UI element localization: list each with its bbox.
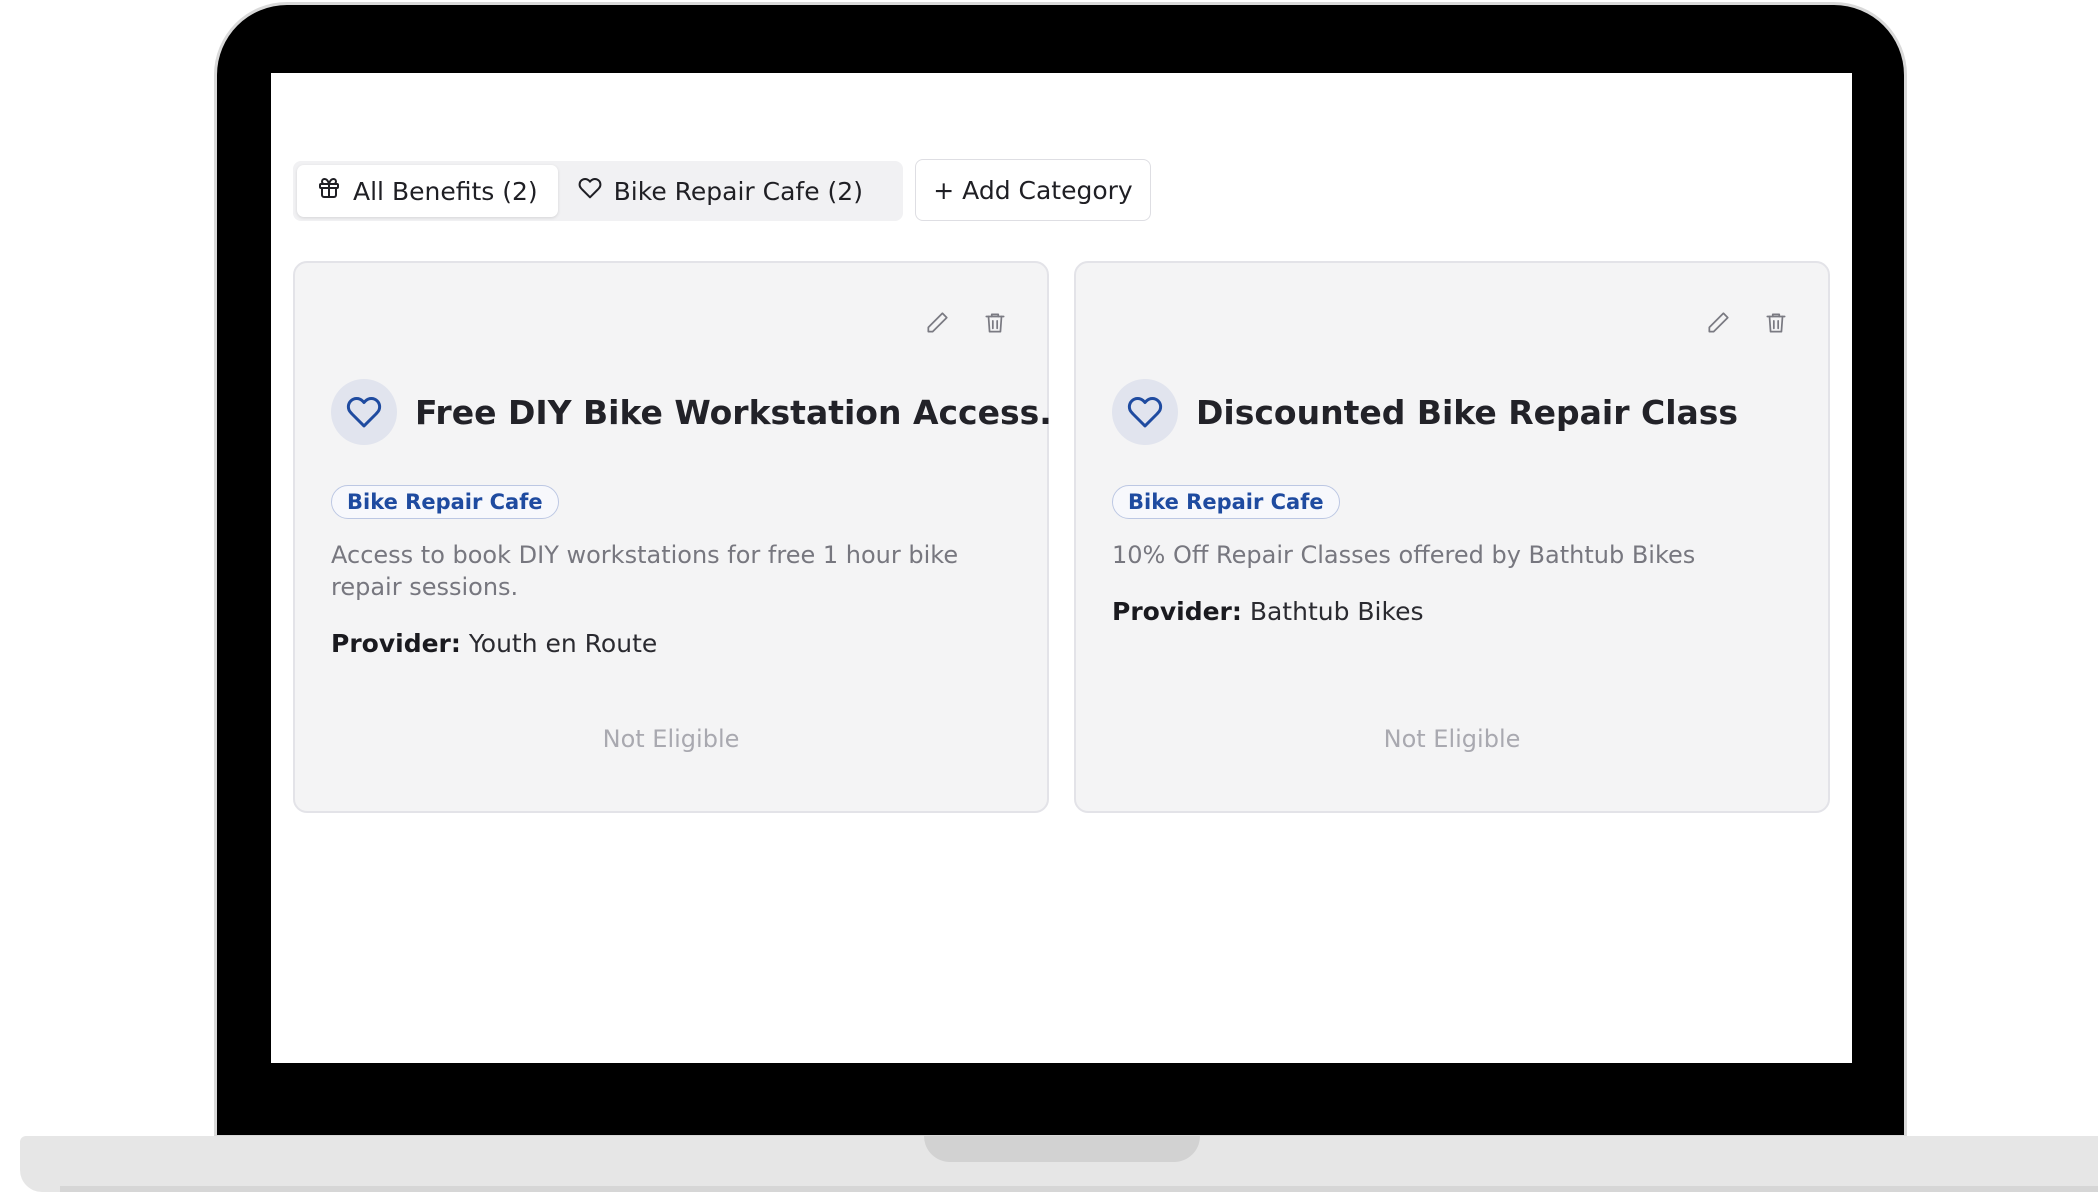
- category-tabs: All Benefits (2) Bike Repair Cafe (2): [293, 161, 903, 221]
- app-screen: All Benefits (2) Bike Repair Cafe (2) + …: [271, 73, 1852, 1063]
- provider-label: Provider:: [1112, 597, 1242, 626]
- edit-pencil-icon[interactable]: [921, 307, 953, 339]
- card-header: Discounted Bike Repair Class: [1112, 379, 1804, 445]
- card-title: Free DIY Bike Workstation Access.: [415, 392, 1052, 432]
- heart-icon: [331, 379, 397, 445]
- gift-icon: [317, 176, 341, 206]
- card-actions: [921, 307, 1011, 339]
- edit-pencil-icon[interactable]: [1702, 307, 1734, 339]
- card-header: Free DIY Bike Workstation Access.: [331, 379, 1052, 445]
- eligibility-status: Not Eligible: [602, 725, 740, 753]
- card-provider: Provider: Bathtub Bikes: [1112, 597, 1424, 626]
- add-category-button[interactable]: + Add Category: [915, 159, 1151, 221]
- tab-bike-repair-cafe[interactable]: Bike Repair Cafe (2): [558, 165, 883, 217]
- card-description: Access to book DIY workstations for free…: [331, 541, 959, 601]
- provider-label: Provider:: [331, 629, 461, 658]
- card-actions: [1702, 307, 1792, 339]
- delete-trash-icon[interactable]: [979, 307, 1011, 339]
- benefit-card: Free DIY Bike Workstation Access. Bike R…: [293, 261, 1052, 813]
- provider-name: Bathtub Bikes: [1249, 597, 1424, 626]
- tab-all-benefits-label: All Benefits (2): [353, 176, 538, 206]
- heart-icon: [1112, 379, 1178, 445]
- card-provider: Provider: Youth en Route: [331, 629, 657, 658]
- card-title: Discounted Bike Repair Class: [1196, 392, 1739, 432]
- provider-name: Youth en Route: [468, 629, 658, 658]
- delete-trash-icon[interactable]: [1760, 307, 1792, 339]
- category-badge: Bike Repair Cafe: [331, 485, 559, 519]
- eligibility-status: Not Eligible: [1383, 725, 1521, 753]
- benefit-card: Discounted Bike Repair Class Bike Repair…: [1074, 261, 1830, 813]
- laptop-notch: [924, 1136, 1200, 1162]
- tab-bike-repair-cafe-label: Bike Repair Cafe (2): [613, 176, 863, 206]
- tab-all-benefits[interactable]: All Benefits (2): [297, 165, 558, 217]
- heart-icon: [578, 176, 602, 206]
- category-badge: Bike Repair Cafe: [1112, 485, 1340, 519]
- card-description: 10% Off Repair Classes offered by Bathtu…: [1112, 541, 1696, 569]
